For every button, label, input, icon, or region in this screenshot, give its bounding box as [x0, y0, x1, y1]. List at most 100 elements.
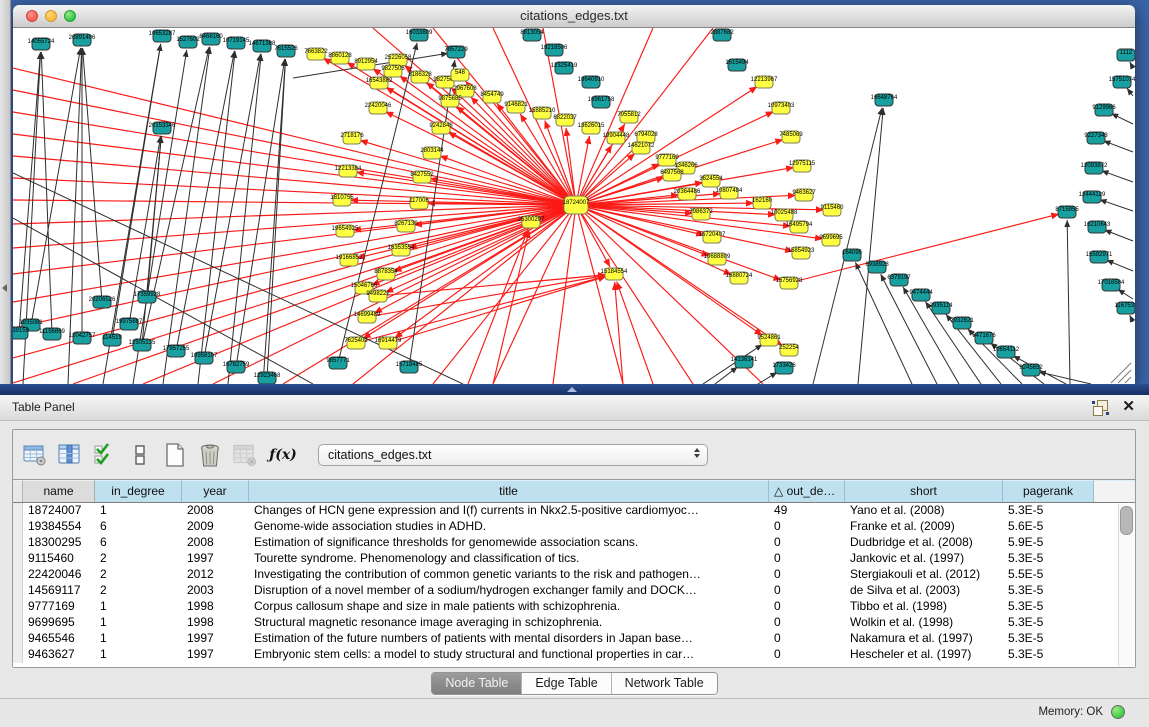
- network-node[interactable]: 9227343: [1084, 132, 1108, 144]
- table-selector[interactable]: citations_edges.txt: [318, 444, 708, 466]
- close-panel-icon[interactable]: ✕: [1122, 398, 1135, 416]
- network-node[interactable]: 9699695: [819, 234, 843, 246]
- network-node[interactable]: 19218506: [541, 44, 568, 56]
- network-node[interactable]: 13626015: [578, 122, 605, 134]
- network-node[interactable]: 12505135: [129, 339, 156, 351]
- network-node[interactable]: 162160: [752, 197, 773, 209]
- cell-pagerank[interactable]: 5.3E-5: [1003, 583, 1094, 599]
- network-node[interactable]: 114519: [102, 334, 122, 346]
- splitter-collapse-arrow-icon[interactable]: [2, 284, 7, 292]
- table-row[interactable]: 1456911722003Disruption of a novel membe…: [13, 583, 1135, 599]
- cell-name[interactable]: 9115460: [23, 551, 95, 567]
- network-node[interactable]: 9129966: [1092, 104, 1116, 116]
- network-node[interactable]: 15854923: [788, 247, 815, 259]
- cell-year[interactable]: 1997: [182, 551, 249, 567]
- table-row[interactable]: 946362711997Embryonic stem cells: a mode…: [13, 647, 1135, 663]
- network-node[interactable]: 9242848: [429, 122, 453, 134]
- column-header-out_degree[interactable]: △ out_de…: [769, 480, 845, 502]
- network-node[interactable]: 10025488: [771, 209, 798, 221]
- cell-in_degree[interactable]: 1: [95, 599, 182, 615]
- side-panel-splitter[interactable]: [0, 0, 11, 384]
- network-node[interactable]: 16033809: [406, 29, 433, 41]
- float-panel-icon[interactable]: [1092, 400, 1109, 416]
- network-node[interactable]: 14699489: [354, 311, 381, 323]
- cell-pagerank[interactable]: 5.6E-5: [1003, 519, 1094, 535]
- network-node[interactable]: 10958107: [191, 352, 218, 364]
- network-node[interactable]: 9524861: [757, 334, 781, 346]
- window-titlebar[interactable]: citations_edges.txt: [13, 5, 1135, 28]
- cell-out_degree[interactable]: 49: [769, 503, 845, 519]
- network-node[interactable]: 10653287: [149, 30, 176, 42]
- table-row[interactable]: 969969511998Structural magnetic resonanc…: [13, 615, 1135, 631]
- cell-year[interactable]: 1998: [182, 599, 249, 615]
- network-node[interactable]: 6497568: [660, 169, 684, 181]
- network-node[interactable]: 16543882: [366, 77, 393, 89]
- tab-network-table[interactable]: Network Table: [612, 673, 717, 694]
- network-node[interactable]: 9498222: [366, 290, 390, 302]
- network-node[interactable]: 1733426: [772, 362, 796, 374]
- network-node[interactable]: 6379197: [887, 274, 911, 286]
- network-node[interactable]: 1615494: [725, 59, 749, 71]
- table-row[interactable]: 977716911998Corpus callosum shape and si…: [13, 599, 1135, 615]
- cell-pagerank[interactable]: 5.3E-5: [1003, 647, 1094, 663]
- cell-year[interactable]: 2009: [182, 519, 249, 535]
- network-node[interactable]: 9875685: [438, 95, 462, 107]
- cell-title[interactable]: Structural magnetic resonance image aver…: [249, 615, 769, 631]
- function-builder-button[interactable]: ƒ(x): [266, 441, 300, 468]
- network-node[interactable]: 9115460: [821, 204, 845, 216]
- cell-name[interactable]: 9777169: [23, 599, 95, 615]
- network-node[interactable]: 2887682: [710, 29, 734, 41]
- select-rows-button[interactable]: [91, 441, 118, 468]
- network-node[interactable]: 6822037: [553, 114, 577, 126]
- cell-year[interactable]: 2008: [182, 535, 249, 551]
- cell-year[interactable]: 2003: [182, 583, 249, 599]
- network-node[interactable]: 7932621: [950, 317, 974, 329]
- vertical-scrollbar[interactable]: [1118, 504, 1134, 666]
- cell-in_degree[interactable]: 6: [95, 519, 182, 535]
- cell-title[interactable]: Genome-wide association studies in ADHD.: [249, 519, 769, 535]
- network-node[interactable]: 8267130: [394, 220, 418, 232]
- network-node[interactable]: 25226058: [385, 54, 412, 66]
- network-node[interactable]: 14621072: [628, 142, 655, 154]
- cell-out_degree[interactable]: 0: [769, 519, 845, 535]
- network-node[interactable]: 15751074: [1109, 76, 1135, 88]
- table-row[interactable]: 911546021997Tourette syndrome. Phenomeno…: [13, 551, 1135, 567]
- network-node[interactable]: 12213967: [751, 76, 778, 88]
- network-node[interactable]: 7663822: [304, 48, 328, 60]
- network-node[interactable]: 9474444: [909, 289, 933, 301]
- cell-title[interactable]: Changes of HCN gene expression and I(f) …: [249, 503, 769, 519]
- cell-pagerank[interactable]: 5.9E-5: [1003, 535, 1094, 551]
- network-node[interactable]: 15756928: [776, 277, 803, 289]
- cell-name[interactable]: 19384554: [23, 519, 95, 535]
- network-node[interactable]: 8471676: [972, 332, 996, 344]
- network-node[interactable]: 9245652: [1019, 364, 1043, 376]
- network-node[interactable]: 16880724: [726, 272, 753, 284]
- network-node[interactable]: 19975887: [116, 318, 143, 330]
- cell-out_degree[interactable]: 0: [769, 583, 845, 599]
- cell-title[interactable]: Estimation of the future numbers of pati…: [249, 631, 769, 647]
- network-node[interactable]: 16648764: [871, 94, 898, 106]
- row-height-button[interactable]: [126, 441, 153, 468]
- column-header-short[interactable]: short: [845, 480, 1003, 502]
- network-node[interactable]: 1527602: [176, 36, 200, 48]
- table-settings-button[interactable]: [21, 441, 48, 468]
- network-node[interactable]: 12325419: [551, 62, 578, 74]
- cell-pagerank[interactable]: 5.3E-5: [1003, 615, 1094, 631]
- network-node[interactable]: 15720407: [699, 231, 726, 243]
- network-node[interactable]: 8813054: [520, 29, 544, 41]
- cell-title[interactable]: Tourette syndrome. Phenomenology and cla…: [249, 551, 769, 567]
- cell-out_degree[interactable]: 0: [769, 567, 845, 583]
- scrollbar-thumb[interactable]: [1120, 506, 1133, 535]
- cell-in_degree[interactable]: 2: [95, 551, 182, 567]
- tab-node-table[interactable]: Node Table: [432, 673, 522, 694]
- network-node[interactable]: 6794028: [634, 131, 658, 143]
- network-node[interactable]: 14136141: [731, 356, 758, 368]
- network-node[interactable]: 6466160: [199, 33, 223, 45]
- cell-year[interactable]: 1998: [182, 615, 249, 631]
- network-node[interactable]: 8454749: [480, 91, 504, 103]
- cell-year[interactable]: 2008: [182, 503, 249, 519]
- cell-out_degree[interactable]: 0: [769, 647, 845, 663]
- network-node[interactable]: 8912954: [354, 58, 378, 70]
- network-node[interactable]: 7986372: [689, 208, 713, 220]
- network-node[interactable]: 7955812: [617, 111, 641, 123]
